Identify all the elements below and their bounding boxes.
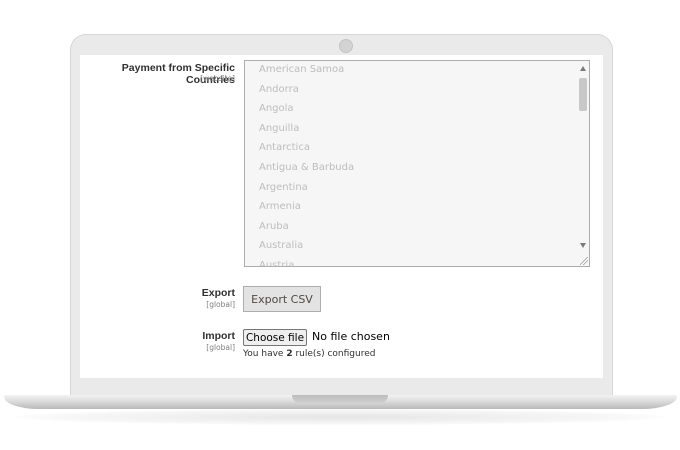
countries-scrollbar[interactable] [575,61,589,266]
country-option[interactable]: Antarctica [245,138,575,158]
country-option[interactable]: Austria [245,256,575,266]
country-option[interactable]: American Samoa [245,61,575,80]
import-label: Import [202,330,235,342]
laptop-shadow [14,409,666,425]
export-scope: [global] [206,300,235,309]
export-csv-button[interactable]: Export CSV [243,286,321,312]
rules-configured-note: You have 2 rule(s) configured [243,349,375,359]
export-label: Export [201,287,235,299]
scrollbar-thumb[interactable] [579,78,587,111]
rules-suffix: rule(s) configured [292,349,376,359]
country-option[interactable]: Antigua & Barbuda [245,158,575,178]
countries-list: American Samoa Andorra Angola Anguilla A… [245,61,575,266]
country-option[interactable]: Aruba [245,217,575,237]
countries-scope: [website] [200,74,235,83]
scroll-down-icon[interactable] [580,243,586,248]
country-option[interactable]: Anguilla [245,119,575,139]
laptop-screen: Payment from Specific Countries [website… [80,55,603,378]
scroll-up-icon[interactable] [580,66,586,71]
country-option[interactable]: Armenia [245,197,575,217]
laptop-hinge-notch [292,395,388,403]
country-option[interactable]: Argentina [245,178,575,198]
resize-handle-icon[interactable] [580,257,588,265]
country-option[interactable]: Australia [245,236,575,256]
country-option[interactable]: Angola [245,99,575,119]
rules-prefix: You have [243,349,287,359]
countries-multiselect[interactable]: American Samoa Andorra Angola Anguilla A… [244,60,590,267]
import-scope: [global] [206,343,235,352]
file-status: No file chosen [312,330,390,343]
choose-file-button[interactable]: Choose file [243,329,307,346]
country-option[interactable]: Andorra [245,80,575,100]
webcam-icon [339,39,353,53]
